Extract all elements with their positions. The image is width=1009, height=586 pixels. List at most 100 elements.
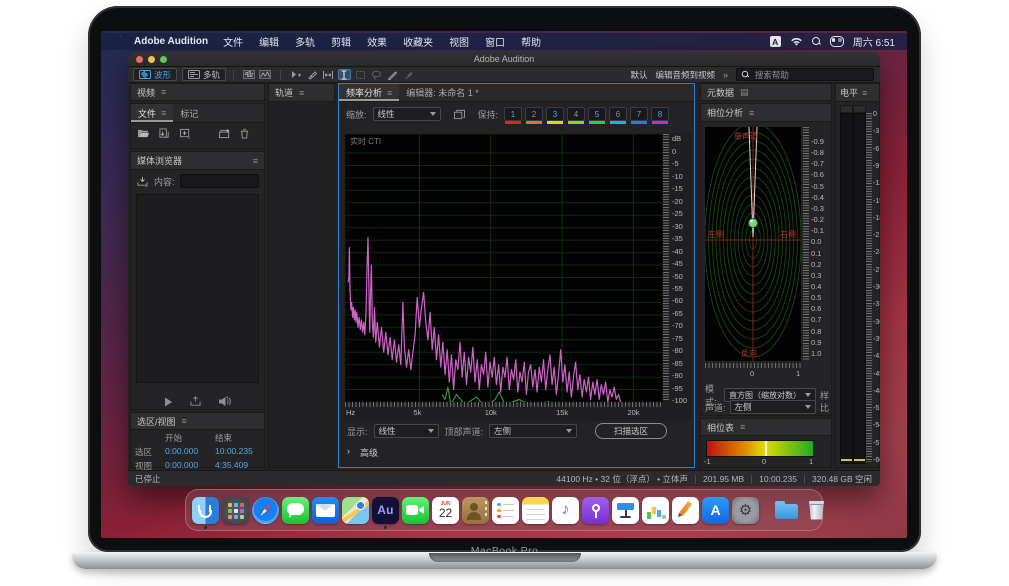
dock-finder-icon[interactable] <box>192 497 219 524</box>
dock-keynote-icon[interactable] <box>612 497 639 524</box>
hold-button-1[interactable]: 1 <box>504 107 522 121</box>
multitrack-button[interactable]: 多轨 <box>182 68 226 81</box>
hold-button-6[interactable]: 6 <box>609 107 627 121</box>
speaker-icon[interactable] <box>218 396 232 407</box>
menu-item-8[interactable]: 帮助 <box>513 34 549 49</box>
display-dropdown[interactable]: 线性 <box>374 424 439 438</box>
dock-reminders-icon[interactable] <box>492 497 519 524</box>
dock-music-icon[interactable]: ♪ <box>552 497 579 524</box>
metadata-panel-header[interactable]: 元数据▤ <box>700 83 832 101</box>
panel-menu-icon[interactable]: ≡ <box>740 422 745 432</box>
time-selection-tool-icon[interactable] <box>338 69 351 80</box>
workspace-overflow-chevrons[interactable]: » <box>723 70 728 80</box>
apple-menu-icon[interactable] <box>115 36 125 48</box>
wifi-icon[interactable] <box>790 37 803 47</box>
panel-menu-icon[interactable]: ≡ <box>182 416 187 426</box>
menu-item-6[interactable]: 视图 <box>441 34 477 49</box>
dock-settings-icon[interactable]: ⚙ <box>732 497 759 524</box>
dock-pages-icon[interactable] <box>672 497 699 524</box>
menu-item-3[interactable]: 剪辑 <box>323 34 359 49</box>
trim-tool-icon[interactable] <box>322 69 335 80</box>
panel-menu-icon[interactable]: ≡ <box>862 88 867 98</box>
selection-end[interactable]: 10:00.235 <box>215 446 270 458</box>
dock-numbers-icon[interactable] <box>642 497 669 524</box>
workspace-default[interactable]: 默认 <box>630 69 647 81</box>
help-search[interactable] <box>736 68 874 81</box>
dock-safari-icon[interactable] <box>252 497 279 524</box>
dock-audition-icon[interactable]: Au <box>372 497 399 524</box>
control-center-icon[interactable] <box>830 36 844 47</box>
batch-new-icon[interactable] <box>218 128 231 139</box>
tab-editor[interactable]: 编辑器: 未命名 1 * <box>399 84 486 101</box>
selection-start[interactable]: 0:00.000 <box>165 446 215 458</box>
dock-appstore-icon[interactable]: A <box>702 497 729 524</box>
menu-clock[interactable]: 周六 6:51 <box>853 34 895 49</box>
panel-menu-icon[interactable]: ≡ <box>253 156 258 166</box>
spectral-view-icon[interactable] <box>259 69 272 80</box>
auto-play-icon[interactable] <box>189 396 202 407</box>
dock-notes-icon[interactable] <box>522 497 549 524</box>
menu-item-7[interactable]: 窗口 <box>477 34 513 49</box>
menu-item-5[interactable]: 收藏夹 <box>395 34 441 49</box>
new-item-icon[interactable] <box>179 128 192 139</box>
spotlight-search-icon[interactable] <box>812 37 821 46</box>
hold-button-4[interactable]: 4 <box>567 107 585 121</box>
top-channel-dropdown[interactable]: 左侧 <box>489 424 577 438</box>
scan-selection-button[interactable]: 扫描选区 <box>595 423 667 439</box>
dock-facetime-icon[interactable] <box>402 497 429 524</box>
channel-dropdown[interactable]: 左侧 <box>730 400 816 414</box>
dock-trash-icon[interactable] <box>803 497 830 524</box>
input-method-icon[interactable]: A <box>770 36 781 47</box>
scale-dropdown[interactable]: 线性 <box>373 107 441 121</box>
video-panel-header[interactable]: 视频≡ <box>130 83 265 101</box>
media-browser-list[interactable] <box>136 194 259 383</box>
dock-calendar-icon[interactable]: JUN22 <box>432 497 459 524</box>
window-title-bar[interactable]: Adobe Audition <box>128 52 880 67</box>
copy-graph-icon[interactable] <box>453 109 466 120</box>
dock-messages-icon[interactable] <box>282 497 309 524</box>
slip-tool-icon[interactable] <box>290 69 303 80</box>
hold-button-3[interactable]: 3 <box>546 107 564 121</box>
menu-item-2[interactable]: 多轨 <box>287 34 323 49</box>
advanced-chevron-icon[interactable]: › <box>347 446 350 459</box>
phase-scope[interactable] <box>705 127 801 361</box>
tab-markers[interactable]: 标记 <box>173 104 205 122</box>
workspace-active[interactable]: 编辑音频到视频 <box>655 69 715 81</box>
panel-menu-icon[interactable]: ▤ <box>740 87 749 98</box>
panel-menu-icon[interactable]: ≡ <box>161 108 166 118</box>
dock-podcasts-icon[interactable] <box>582 497 609 524</box>
import-download-icon[interactable] <box>136 176 149 187</box>
waveform-button[interactable]: 波形 <box>133 68 177 81</box>
import-file-icon[interactable] <box>158 128 171 139</box>
lasso-tool-icon[interactable] <box>370 69 383 80</box>
dock-launchpad-icon[interactable] <box>222 497 249 524</box>
dock-mail-icon[interactable] <box>312 497 339 524</box>
panel-menu-icon[interactable]: ≡ <box>299 88 304 98</box>
hold-button-8[interactable]: 8 <box>651 107 669 121</box>
trash-icon[interactable] <box>239 128 250 139</box>
pencil-tool-icon[interactable] <box>386 69 399 80</box>
panel-menu-icon[interactable]: ≡ <box>749 108 754 118</box>
tab-frequency-analysis[interactable]: 频率分析≡ <box>339 84 399 101</box>
open-folder-icon[interactable] <box>137 128 150 139</box>
hold-button-7[interactable]: 7 <box>630 107 648 121</box>
razor-tool-icon[interactable] <box>306 69 319 80</box>
tab-files[interactable]: 文件≡ <box>131 104 173 122</box>
help-search-input[interactable] <box>753 69 869 81</box>
panel-menu-icon[interactable]: ≡ <box>387 88 392 98</box>
marquee-tool-icon[interactable] <box>354 69 367 80</box>
content-filter-input[interactable] <box>180 174 259 188</box>
brush-tool-icon[interactable] <box>402 69 415 80</box>
panel-menu-icon[interactable]: ≡ <box>161 87 166 97</box>
menu-item-0[interactable]: 文件 <box>215 34 251 49</box>
menu-item-1[interactable]: 编辑 <box>251 34 287 49</box>
dock-contacts-icon[interactable] <box>462 497 489 524</box>
advanced-label[interactable]: 高级 <box>360 446 378 459</box>
dock-folder-icon[interactable] <box>773 497 800 524</box>
menu-app-name[interactable]: Adobe Audition <box>134 36 208 47</box>
menu-item-4[interactable]: 效果 <box>359 34 395 49</box>
play-icon[interactable] <box>164 397 173 407</box>
waveform-view-icon[interactable] <box>243 69 256 80</box>
hold-button-2[interactable]: 2 <box>525 107 543 121</box>
spectrum-plot[interactable] <box>345 134 663 403</box>
